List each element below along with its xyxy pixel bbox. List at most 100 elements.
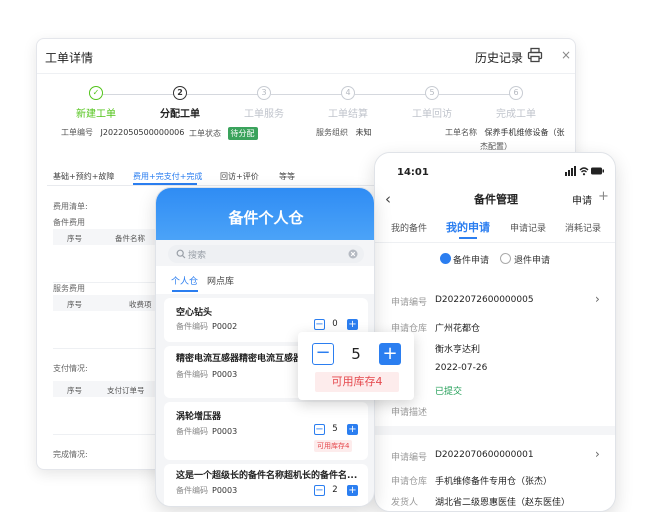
application-no-label: 申请编号 xyxy=(391,298,428,308)
active-tab-indicator xyxy=(172,290,198,292)
clear-icon[interactable] xyxy=(348,249,358,259)
available-stock-badge: 可用库存4 xyxy=(315,372,399,392)
radio-return-application[interactable] xyxy=(500,253,511,264)
parts-fee-label: 备件费用 xyxy=(53,218,85,227)
tab-fees[interactable]: 费用+完支付+完成 xyxy=(133,171,202,182)
page-title: 备件个人仓 xyxy=(228,209,304,227)
application-no-label: 申请编号 xyxy=(391,453,428,463)
radio-parts-application[interactable] xyxy=(440,253,451,264)
step-connector xyxy=(271,94,345,95)
quantity-popup: − 5 + 可用库存4 xyxy=(298,332,414,400)
decrease-button[interactable]: − xyxy=(314,424,325,435)
radio-return-application-label[interactable]: 退件申请 xyxy=(514,253,550,266)
tab-my-parts[interactable]: 我的备件 xyxy=(391,221,427,234)
completion-title: 完成情况: xyxy=(53,450,88,459)
step-5-number: 5 xyxy=(425,86,439,100)
step-3-number: 3 xyxy=(257,86,271,100)
step-connector xyxy=(439,94,513,95)
warehouse-label: 申请仓库 xyxy=(391,477,428,487)
fee-list-title: 费用清单: xyxy=(53,202,88,211)
chevron-right-icon[interactable]: › xyxy=(595,292,600,306)
status-badge: 待分配 xyxy=(227,127,258,140)
step-6-number: 6 xyxy=(509,86,523,100)
decrease-button[interactable]: − xyxy=(314,319,325,330)
order-name: 工单名称 保养手机维修设备（张 xyxy=(445,127,565,138)
item-code: 备件编码 P0002 xyxy=(176,321,237,332)
order-name-label: 工单名称 xyxy=(445,128,477,137)
step-2-label: 分配工单 xyxy=(160,109,200,120)
item-code-value: P0002 xyxy=(212,322,238,331)
step-6-label: 完成工单 xyxy=(496,109,536,120)
tab-visit[interactable]: 回访+评价 xyxy=(220,171,259,182)
tab-personal-warehouse[interactable]: 个人仓 xyxy=(171,274,198,287)
item-code-value: P0003 xyxy=(212,427,238,436)
parts-col-name: 备件名称 xyxy=(115,234,145,243)
tab-branch-warehouse[interactable]: 网点库 xyxy=(207,274,234,287)
tab-my-applications[interactable]: 我的申请 xyxy=(446,219,490,235)
step-connector xyxy=(355,94,429,95)
print-icon[interactable] xyxy=(527,47,543,63)
payment-col-index: 序号 xyxy=(67,386,82,395)
order-name-value: 保养手机维修设备（张 xyxy=(484,128,565,137)
history-link[interactable]: 历史记录 xyxy=(475,49,523,66)
item-code: 备件编码 P0003 xyxy=(176,426,237,437)
quantity-value: 2 xyxy=(332,485,338,495)
radio-parts-application-label[interactable]: 备件申请 xyxy=(453,253,489,266)
quantity-value: 0 xyxy=(332,319,338,329)
warehouse-value: 手机维修备件专用仓（张杰） xyxy=(435,477,553,487)
decrease-button[interactable]: − xyxy=(314,485,325,496)
tabs-divider xyxy=(375,242,615,243)
close-icon[interactable]: × xyxy=(561,48,571,62)
item-code-value: P0003 xyxy=(212,486,238,495)
order-name-continued: 杰配置） xyxy=(480,142,512,151)
application-no-value: D2022070600000001 xyxy=(435,450,534,460)
order-status-label: 工单状态 xyxy=(189,129,221,138)
increase-button[interactable]: + xyxy=(347,485,358,496)
application-no-value: D2022072600000005 xyxy=(435,295,534,305)
order-status: 工单状态 待分配 xyxy=(189,127,258,140)
decrease-button[interactable]: − xyxy=(312,343,334,365)
order-number-label: 工单编号 xyxy=(61,128,93,137)
increase-button[interactable]: + xyxy=(347,319,358,330)
status-value: 已提交 xyxy=(435,387,463,397)
add-icon[interactable]: + xyxy=(598,189,609,204)
order-number-value: J2022050500000006 xyxy=(100,128,185,137)
item-code-label: 备件编码 xyxy=(176,370,208,379)
service-org: 服务组织 未知 xyxy=(316,127,372,138)
item-name: 精密电流互感器精密电流互感器 xyxy=(176,354,303,364)
item-name: 这是一个超级长的备件名称超机长的备件名... xyxy=(176,471,358,481)
sender-value: 湖北省二级恩惠医佳（赵东医佳） xyxy=(435,498,571,508)
step-1-check-icon: ✓ xyxy=(89,86,103,100)
step-connector xyxy=(103,94,177,95)
warehouse-value: 广州花都仓 xyxy=(435,324,481,334)
increase-button[interactable]: + xyxy=(347,424,358,435)
quantity-value: 5 xyxy=(332,424,338,434)
tab-consumption-records[interactable]: 消耗记录 xyxy=(565,221,601,234)
service-org-value: 未知 xyxy=(355,128,372,137)
tab-basic[interactable]: 基础+预约+故障 xyxy=(53,171,114,182)
service-col-item: 收费项 xyxy=(129,300,152,309)
item-name: 涡轮增压器 xyxy=(176,412,222,422)
increase-button[interactable]: + xyxy=(379,343,401,365)
tab-application-records[interactable]: 申请记录 xyxy=(510,221,546,234)
sender-label: 发货人 xyxy=(391,498,419,508)
step-3-label: 工单服务 xyxy=(244,109,284,120)
search-placeholder: 搜索 xyxy=(188,251,207,261)
service-fee-label: 服务费用 xyxy=(53,284,85,293)
order-number: 工单编号 J2022050500000006 xyxy=(61,127,184,138)
service-org-label: 服务组织 xyxy=(316,128,348,137)
apply-button[interactable]: 申请 xyxy=(572,192,592,207)
window-title: 工单详情 xyxy=(45,51,94,65)
tab-more[interactable]: 等等 xyxy=(279,171,295,182)
step-5-label: 工单回访 xyxy=(412,109,452,120)
status-icons xyxy=(565,166,604,176)
item-code: 备件编码 P0003 xyxy=(176,485,237,496)
item-code-value: P0003 xyxy=(212,370,238,379)
service-col-index: 序号 xyxy=(67,300,82,309)
chevron-right-icon[interactable]: › xyxy=(595,447,600,461)
item-code-label: 备件编码 xyxy=(176,486,208,495)
search-icon xyxy=(176,249,186,259)
applicant-value: 衡水亨达利 xyxy=(435,345,481,355)
payment-col-order: 支付订单号 xyxy=(107,386,145,395)
quantity-value: 5 xyxy=(351,345,361,363)
